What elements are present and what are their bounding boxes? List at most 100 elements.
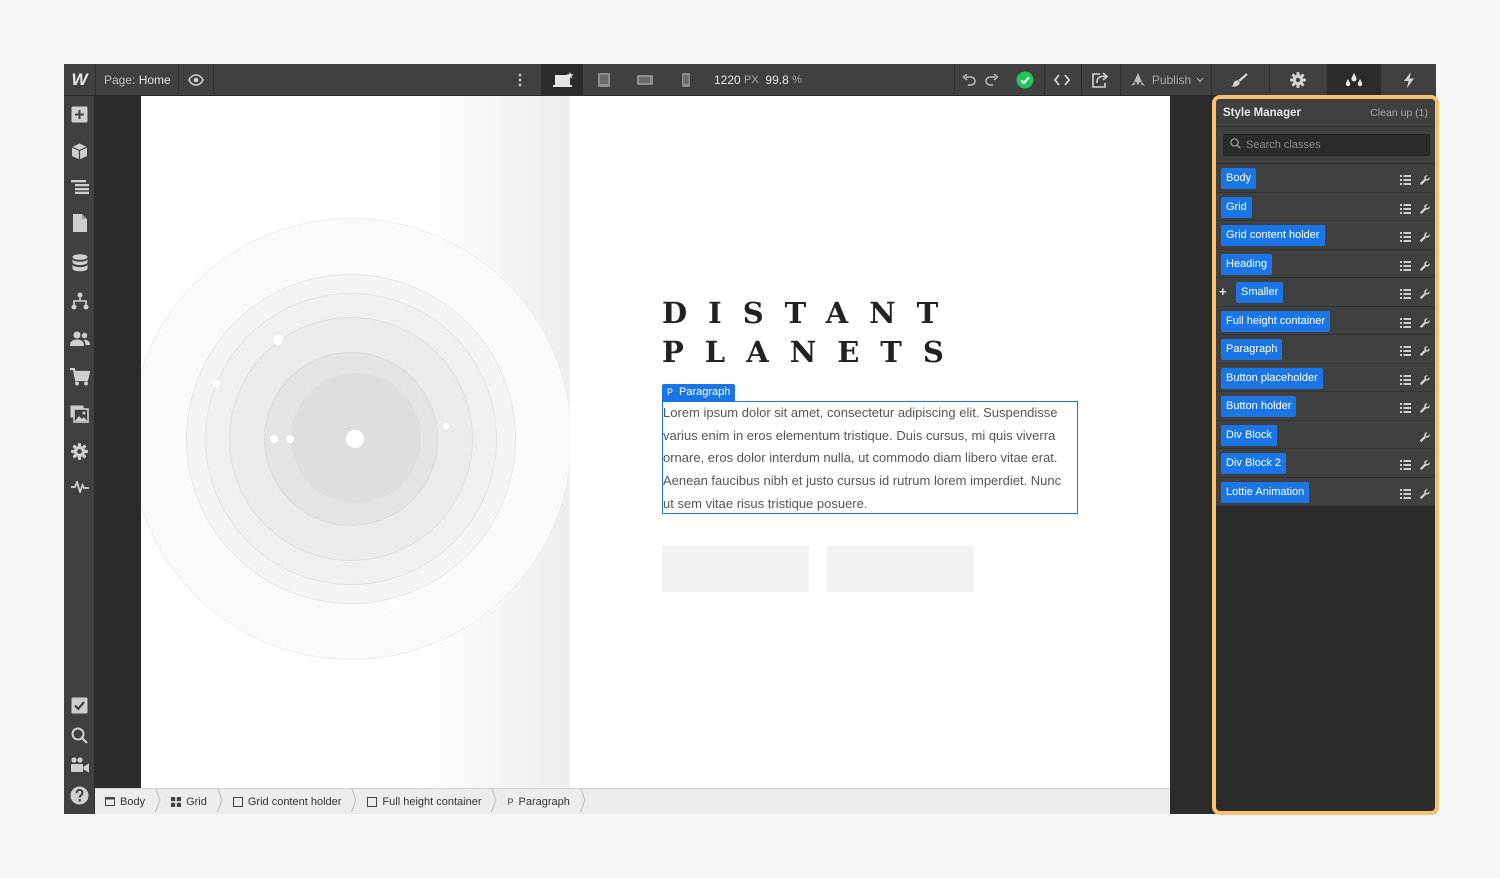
tablet-breakpoint-icon[interactable]: [584, 64, 624, 96]
more-options-icon[interactable]: [510, 64, 530, 96]
class-usage-list-icon[interactable]: [1400, 229, 1411, 247]
class-chip[interactable]: Full height container: [1221, 310, 1331, 332]
add-elements-icon[interactable]: [64, 99, 95, 129]
saved-status-check-icon[interactable]: [1012, 64, 1038, 96]
class-chip[interactable]: Paragraph: [1221, 339, 1283, 360]
style-manager-drops-icon[interactable]: [1327, 64, 1381, 96]
class-row[interactable]: Heading: [1216, 249, 1435, 278]
class-edit-wrench-icon[interactable]: [1420, 286, 1430, 304]
square-icon: [232, 796, 243, 807]
canvas-size-readout: 1220 PX 99.8 %: [714, 64, 804, 96]
class-chip[interactable]: Lottie Animation: [1221, 481, 1310, 503]
symbols-box-icon[interactable]: [64, 136, 95, 166]
class-row[interactable]: Button placeholder: [1216, 363, 1435, 392]
hero-heading[interactable]: DISTANT PLANETS: [662, 294, 982, 372]
class-usage-list-icon[interactable]: [1400, 457, 1411, 475]
class-usage-list-icon[interactable]: [1400, 400, 1411, 418]
class-edit-wrench-icon[interactable]: [1420, 201, 1430, 219]
class-chip[interactable]: Button placeholder: [1221, 367, 1323, 389]
undo-icon[interactable]: [959, 64, 979, 96]
planet: [213, 380, 220, 387]
audit-checkbox-icon[interactable]: [64, 690, 95, 720]
class-row[interactable]: Button holder: [1216, 392, 1435, 421]
class-row[interactable]: Full height container: [1216, 306, 1435, 335]
class-usage-list-icon[interactable]: [1400, 201, 1411, 219]
class-usage-list-icon[interactable]: [1400, 172, 1411, 190]
class-chip[interactable]: Button holder: [1221, 396, 1297, 417]
class-edit-wrench-icon[interactable]: [1420, 343, 1430, 361]
share-icon[interactable]: [1082, 64, 1118, 96]
settings-gear-icon[interactable]: [1270, 64, 1326, 96]
class-edit-wrench-icon[interactable]: [1420, 172, 1430, 190]
video-tutorials-icon[interactable]: [64, 750, 95, 780]
breadcrumb-item-grid[interactable]: Grid: [171, 787, 233, 815]
assets-images-icon[interactable]: [64, 399, 95, 429]
class-chip[interactable]: Div Block 2: [1221, 453, 1287, 474]
class-row[interactable]: Body: [1216, 164, 1435, 193]
style-panel-brush-icon[interactable]: [1212, 64, 1266, 96]
class-edit-wrench-icon[interactable]: [1420, 486, 1430, 504]
class-chip[interactable]: Grid content holder: [1221, 225, 1325, 246]
class-chip[interactable]: Body: [1221, 168, 1257, 189]
class-edit-wrench-icon[interactable]: [1420, 457, 1430, 475]
search-icon[interactable]: [64, 720, 95, 750]
class-row[interactable]: Div Block 2: [1216, 449, 1435, 478]
class-edit-wrench-icon[interactable]: [1420, 229, 1430, 247]
cms-database-icon[interactable]: [64, 248, 95, 278]
class-usage-list-icon[interactable]: [1400, 372, 1411, 390]
search-classes-field[interactable]: [1223, 134, 1430, 156]
users-icon[interactable]: [64, 324, 95, 354]
class-usage-list-icon[interactable]: [1400, 486, 1411, 504]
class-row[interactable]: Lottie Animation: [1216, 477, 1435, 506]
project-settings-gear-icon[interactable]: [64, 436, 95, 466]
class-usage-list-icon[interactable]: [1400, 343, 1411, 361]
button-placeholder[interactable]: [827, 546, 974, 592]
help-question-icon[interactable]: [64, 780, 95, 810]
class-usage-list-icon[interactable]: [1400, 286, 1411, 304]
page-selector[interactable]: Page: Home: [104, 64, 174, 96]
class-chip[interactable]: Grid: [1221, 196, 1252, 218]
breadcrumb-item-body[interactable]: Body: [105, 787, 171, 815]
class-row[interactable]: Paragraph: [1216, 335, 1435, 364]
activity-pulse-icon[interactable]: [64, 472, 95, 502]
class-edit-wrench-icon[interactable]: [1420, 372, 1430, 390]
combo-class-plus-icon: +: [1219, 284, 1227, 299]
interactions-lightning-icon[interactable]: [1382, 64, 1436, 96]
selected-element-tag[interactable]: P Paragraph: [662, 384, 736, 401]
breadcrumb-item-full-height-container[interactable]: Full height container: [367, 787, 507, 815]
breadcrumb-item-grid-content-holder[interactable]: Grid content holder: [232, 787, 368, 815]
class-row[interactable]: Grid: [1216, 192, 1435, 221]
search-classes-input[interactable]: [1246, 139, 1416, 151]
selected-element-label: Paragraph: [679, 386, 731, 398]
redo-icon[interactable]: [982, 64, 1002, 96]
button-placeholder[interactable]: [662, 546, 809, 592]
clean-up-button[interactable]: Clean up (1): [1370, 107, 1428, 119]
class-usage-list-icon[interactable]: [1400, 258, 1411, 276]
code-export-icon[interactable]: [1045, 64, 1079, 96]
class-row[interactable]: Div Block: [1216, 420, 1435, 449]
class-chip[interactable]: Smaller: [1236, 282, 1284, 303]
pages-icon[interactable]: [64, 208, 95, 238]
class-edit-wrench-icon[interactable]: [1420, 258, 1430, 276]
logic-flow-icon[interactable]: [64, 286, 95, 316]
navigator-icon[interactable]: [64, 172, 95, 202]
desktop-breakpoint-icon[interactable]: [542, 64, 583, 96]
class-edit-wrench-icon[interactable]: [1420, 315, 1430, 333]
publish-button[interactable]: Publish: [1126, 64, 1208, 96]
breadcrumb-item-paragraph[interactable]: P Paragraph: [507, 787, 595, 815]
class-row[interactable]: Grid content holder: [1216, 221, 1435, 250]
preview-eye-icon[interactable]: [179, 64, 213, 96]
mobile-portrait-breakpoint-icon[interactable]: [666, 64, 706, 96]
selected-paragraph[interactable]: Lorem ipsum dolor sit amet, consectetur …: [662, 401, 1078, 514]
webflow-logo[interactable]: W: [64, 64, 95, 96]
planet-illustration-panel[interactable]: [141, 96, 570, 788]
class-usage-list-icon[interactable]: [1400, 315, 1411, 333]
mobile-landscape-breakpoint-icon[interactable]: [625, 64, 665, 96]
ecommerce-cart-icon[interactable]: [64, 362, 95, 392]
class-edit-wrench-icon[interactable]: [1420, 400, 1430, 418]
class-edit-wrench-icon[interactable]: [1420, 429, 1430, 447]
class-chip[interactable]: Heading: [1221, 253, 1272, 275]
design-canvas[interactable]: DISTANT PLANETS P Paragraph Lorem ipsum …: [141, 96, 1170, 788]
class-row[interactable]: + Smaller: [1216, 278, 1435, 307]
class-chip[interactable]: Div Block: [1221, 424, 1277, 446]
